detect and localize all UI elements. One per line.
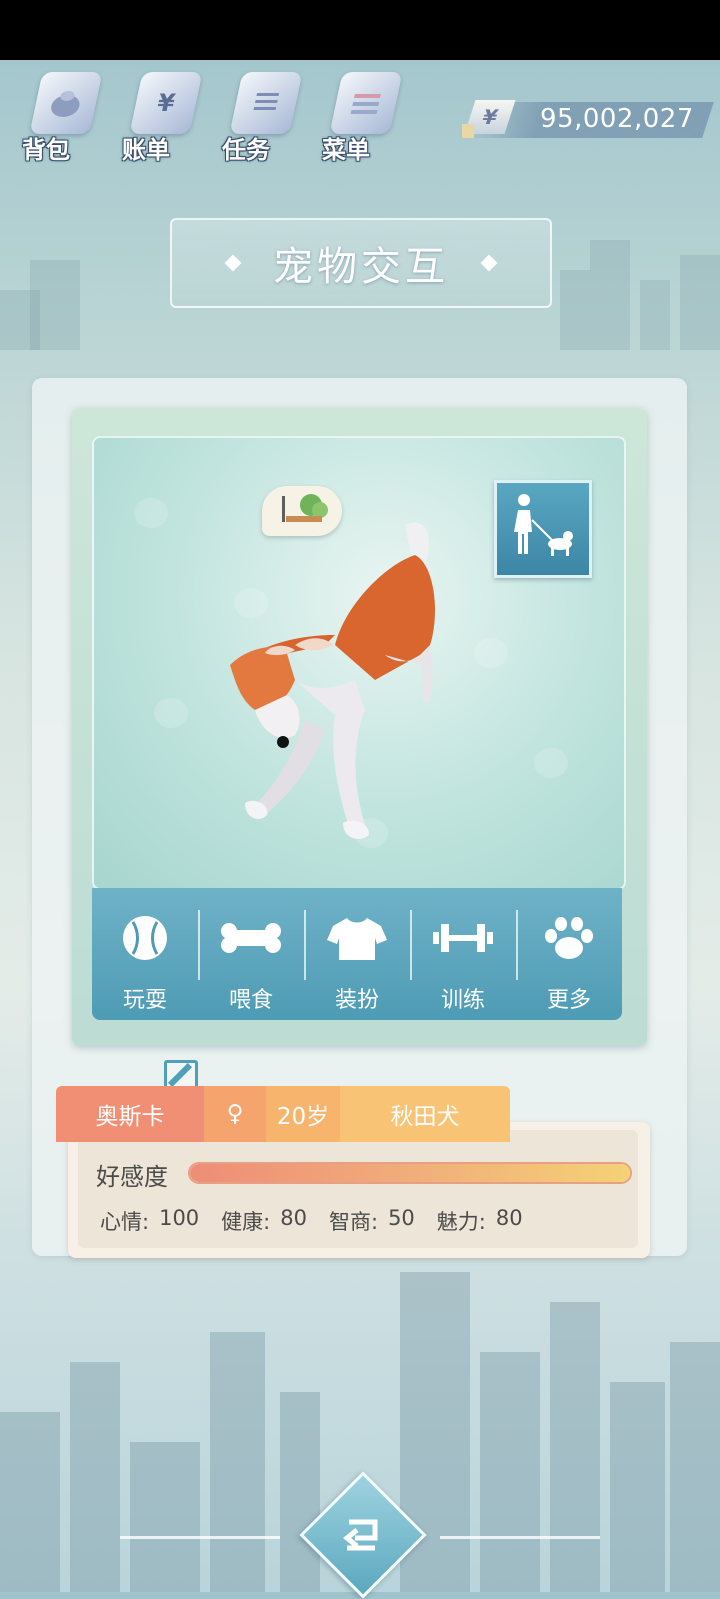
nav-bag-button[interactable]: 背包 [18, 68, 104, 168]
money-value: 95,002,027 [540, 104, 694, 134]
status-bar [0, 0, 720, 60]
nav-task-label: 任务 [222, 136, 270, 164]
nav-menu-label: 菜单 [322, 136, 370, 164]
nav-task-button[interactable]: 任务 [218, 68, 304, 168]
shirt-icon [327, 918, 387, 960]
nav-bag-label: 背包 [22, 136, 70, 164]
feed-button[interactable]: 喂食 [198, 888, 304, 1020]
train-label: 训练 [440, 988, 485, 1013]
stat-mood-value: 100 [159, 1206, 200, 1230]
more-button[interactable]: 更多 [516, 888, 622, 1020]
ball-icon [123, 916, 167, 960]
coin-chip-icon [462, 124, 474, 138]
stat-iq: 智商: 50 [329, 1206, 415, 1236]
train-button[interactable]: 训练 [410, 888, 516, 1020]
action-bar: 玩耍 喂食 装扮 训练 更多 [92, 888, 622, 1020]
stat-mood: 心情: 100 [100, 1206, 199, 1236]
stat-health: 健康: 80 [221, 1206, 307, 1236]
play-button[interactable]: 玩耍 [92, 888, 198, 1020]
play-label: 玩耍 [122, 988, 167, 1013]
pet-breed: 秋田犬 [340, 1086, 510, 1142]
walk-dog-button[interactable] [494, 480, 592, 578]
bag-icon [29, 72, 103, 134]
pet-name[interactable]: 奥斯卡 [56, 1086, 204, 1142]
page-title: 宠物交互 [273, 244, 449, 290]
back-line-right [440, 1536, 600, 1539]
female-icon: ♀ [204, 1086, 266, 1142]
bone-icon [221, 923, 281, 953]
more-label: 更多 [546, 988, 591, 1013]
page-title-box: 宠物交互 [170, 218, 552, 308]
stat-mood-label: 心情: [100, 1210, 150, 1234]
nav-bill-label: 账单 [122, 136, 170, 164]
stat-health-label: 健康: [221, 1210, 271, 1234]
stat-charm-value: 80 [495, 1206, 523, 1230]
pet-tag-row: 奥斯卡 ♀ 20岁 秋田犬 [56, 1086, 510, 1142]
back-arrow-icon [342, 1519, 378, 1551]
affection-bar [188, 1162, 632, 1184]
pet-age: 20岁 [266, 1086, 340, 1142]
dress-up-label: 装扮 [334, 988, 379, 1013]
stat-charm-label: 魅力: [436, 1210, 486, 1234]
walk-dog-icon [514, 494, 573, 556]
stat-charm: 魅力: 80 [437, 1206, 523, 1236]
pet-stats: 心情: 100 健康: 80 智商: 50 魅力: 80 [100, 1206, 545, 1236]
feed-label: 喂食 [228, 988, 273, 1013]
affection-label: 好感度 [96, 1163, 168, 1191]
diamond-right-icon [480, 254, 498, 272]
affection-bar-fill [190, 1164, 630, 1182]
bill-icon: ¥ [129, 72, 203, 134]
dress-up-button[interactable]: 装扮 [304, 888, 410, 1020]
stat-iq-value: 50 [388, 1206, 415, 1230]
paw-icon [545, 917, 593, 959]
nav-bill-button[interactable]: ¥ 账单 [118, 68, 204, 168]
top-nav: 背包 ¥ 账单 任务 菜单 [18, 68, 404, 168]
stat-iq-label: 智商: [328, 1210, 379, 1234]
stat-health-value: 80 [280, 1206, 307, 1230]
back-line-left [120, 1536, 280, 1539]
nav-menu-button[interactable]: 菜单 [318, 68, 404, 168]
diamond-left-icon [224, 254, 242, 272]
dumbbell-icon [433, 924, 493, 952]
task-icon [229, 72, 303, 134]
menu-icon [329, 72, 403, 134]
akita-dog-image [230, 522, 435, 839]
